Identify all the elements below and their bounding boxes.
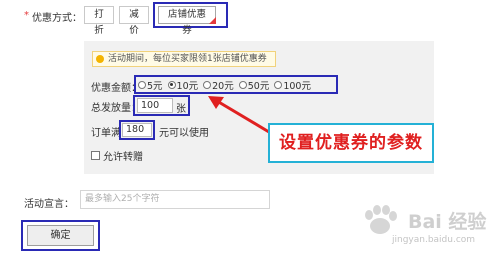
tab-discount[interactable]: 打折 (84, 6, 114, 36)
quantity-input[interactable]: 100 (137, 98, 173, 113)
amount-option-10[interactable]: 10元 (167, 78, 199, 92)
order-threshold-label: 订单满 (91, 128, 121, 139)
amount-option-label: 5元 (147, 80, 163, 92)
allow-transfer-label: 允许转赠 (103, 152, 143, 163)
confirm-button[interactable]: 确定 (27, 225, 94, 246)
amount-option-50[interactable]: 50元 (238, 78, 270, 92)
order-threshold-suffix: 元可以使用 (159, 128, 209, 139)
amount-option-100[interactable]: 100元 (274, 78, 311, 92)
radio-button[interactable] (138, 80, 146, 89)
slogan-input[interactable]: 最多输入25个字符 (80, 190, 270, 209)
required-mark: * (24, 10, 29, 21)
annotation-arrow-icon (208, 96, 270, 134)
radio-button[interactable] (274, 80, 283, 89)
amount-option-20[interactable]: 20元 (203, 78, 234, 92)
annotation-callout: 设置优惠券的参数 (268, 123, 434, 163)
tab-price-reduce[interactable]: 减价 (119, 6, 149, 36)
radio-button-checked[interactable] (167, 80, 176, 89)
watermark-name: Bai 经验 (408, 211, 487, 233)
amount-option-label: 50元 (247, 80, 270, 92)
arrow-shaft (216, 99, 270, 134)
allow-transfer-checkbox[interactable] (91, 151, 100, 160)
tab-store-coupon[interactable]: 店铺优惠券 (158, 6, 216, 36)
amount-option-label: 20元 (212, 80, 234, 92)
baidu-jingyan-watermark: Bai 经验 jingyan.baidu.com (352, 200, 497, 250)
quantity-unit: 张 (176, 104, 186, 115)
radio-button[interactable] (203, 80, 212, 89)
baidu-paw-icon (365, 205, 397, 234)
notice-text: 活动期间，每位买家限领1张店铺优惠券 (108, 54, 267, 64)
amount-radio-group: 5元 10元 20元 50元 100元 (134, 75, 338, 94)
watermark-url: jingyan.baidu.com (392, 235, 476, 245)
allow-transfer-option[interactable]: 允许转赠 (91, 148, 143, 163)
amount-option-5[interactable]: 5元 (138, 78, 163, 92)
selected-corner-icon (209, 17, 216, 24)
order-threshold-input[interactable]: 180 (122, 123, 152, 137)
radio-button[interactable] (238, 80, 247, 89)
amount-option-label: 10元 (176, 80, 199, 92)
bulb-icon (96, 55, 104, 63)
amount-option-label: 100元 (283, 80, 311, 92)
promo-type-label: 优惠方式： (32, 13, 82, 24)
notice-banner: 活动期间，每位买家限领1张店铺优惠券 (92, 51, 276, 67)
slogan-label: 活动宣言： (24, 199, 74, 210)
tab-store-coupon-label: 店铺优惠券 (167, 9, 206, 36)
